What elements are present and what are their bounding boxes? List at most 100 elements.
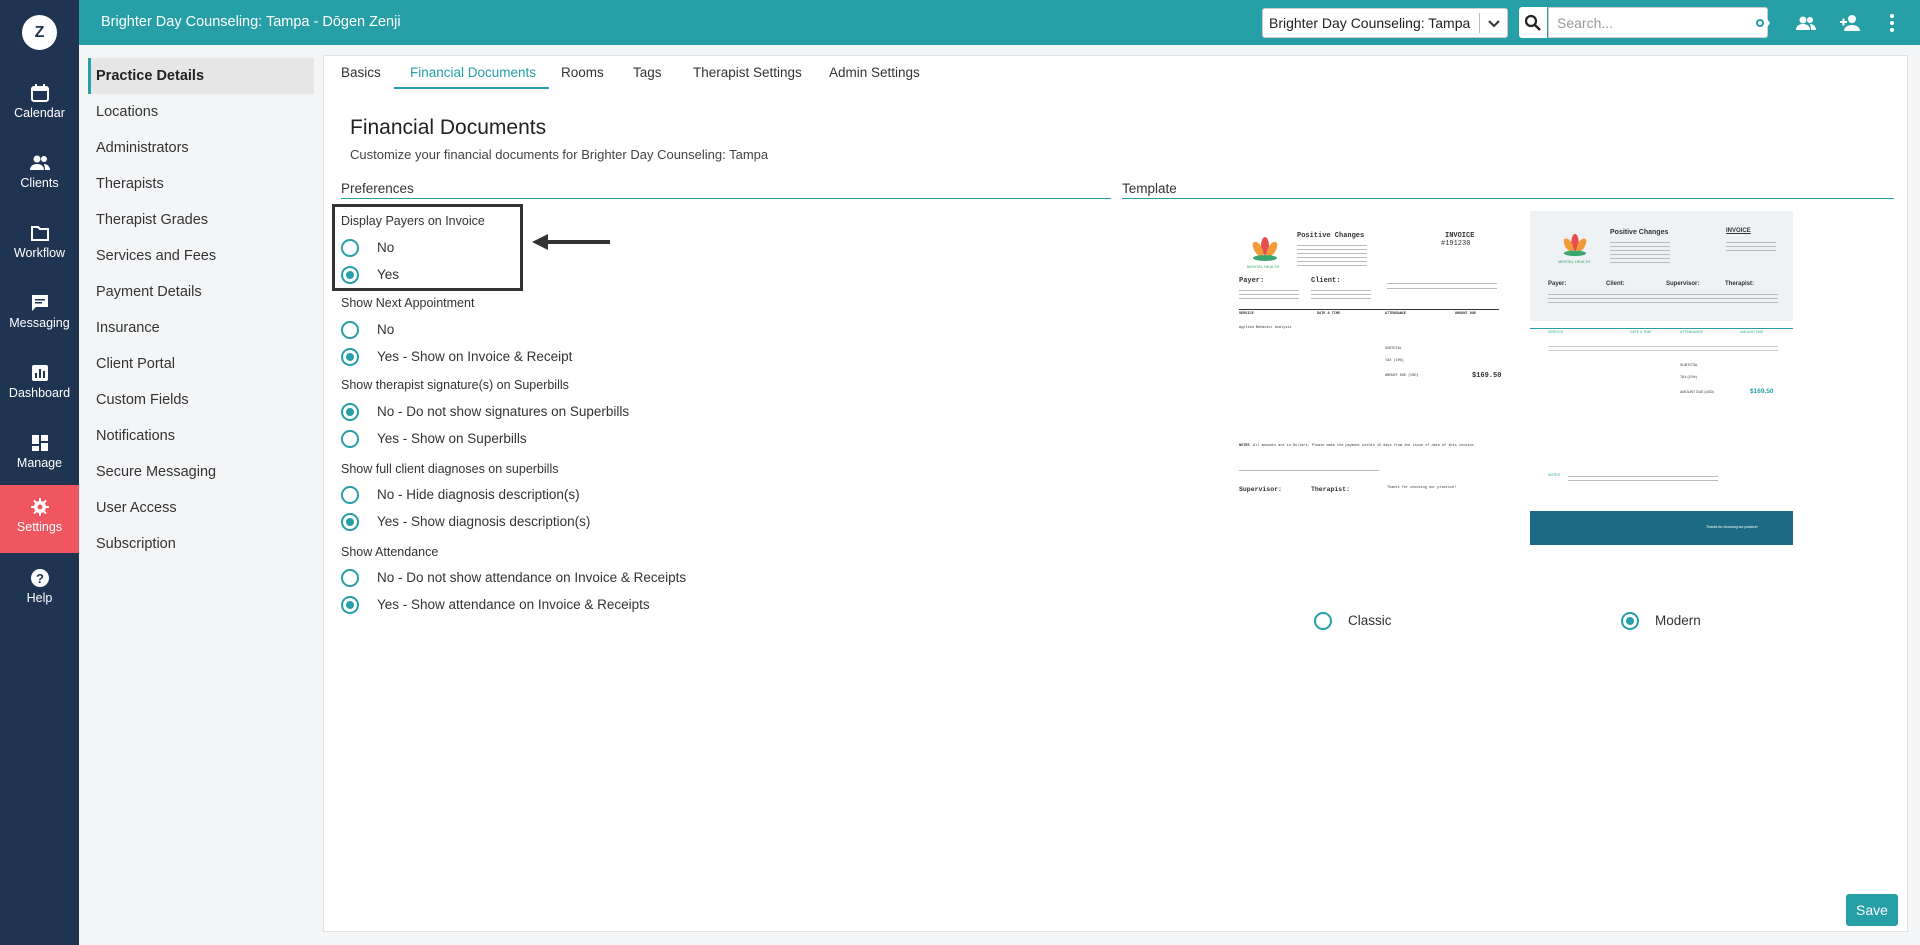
nav-settings[interactable]: Settings xyxy=(0,485,79,553)
subnav-administrators[interactable]: Administrators xyxy=(88,130,314,166)
subnav-client-portal[interactable]: Client Portal xyxy=(88,346,314,382)
preferences-header: Preferences xyxy=(341,181,414,196)
radio-button-selected[interactable] xyxy=(341,596,359,614)
arrow-left-icon xyxy=(532,234,610,250)
question-show-attendance: Show Attendance xyxy=(341,545,439,559)
nav-workflow[interactable]: Workflow xyxy=(0,211,79,279)
tab-admin-settings[interactable]: Admin Settings xyxy=(829,65,920,80)
classic-thanks: Thanks for choosing our practice! xyxy=(1387,486,1457,490)
classic-col-service: SERVICE xyxy=(1239,312,1254,316)
classic-address-lines xyxy=(1297,242,1367,268)
practice-select[interactable]: Brighter Day Counseling: Tampa xyxy=(1262,8,1508,38)
people-icon[interactable] xyxy=(1795,12,1817,34)
modern-supervisor-heading: Supervisor: xyxy=(1666,281,1700,287)
tab-financial-documents[interactable]: Financial Documents xyxy=(410,65,536,80)
modern-thanks: Thanks for choosing our practice! xyxy=(1706,525,1758,529)
left-navigation: Z Calendar Clients Workflow Messaging Da… xyxy=(0,0,79,945)
radio-button[interactable] xyxy=(1314,612,1332,630)
subnav-practice-details[interactable]: Practice Details xyxy=(88,58,314,94)
nav-clients[interactable]: Clients xyxy=(0,141,79,209)
gear-icon xyxy=(30,498,49,516)
classic-amount-due-label: AMOUNT DUE (USD) xyxy=(1385,374,1419,378)
subnav-therapist-grades[interactable]: Therapist Grades xyxy=(88,202,314,238)
help-icon: ? xyxy=(30,569,49,587)
modern-amount-due: $169.50 xyxy=(1750,388,1774,395)
bell-icon[interactable] xyxy=(1706,12,1728,34)
nav-label: Clients xyxy=(20,176,59,190)
modern-col-attendance: ATTENDANCE xyxy=(1680,330,1704,334)
clients-icon xyxy=(29,155,50,170)
radio-button-selected[interactable] xyxy=(341,348,359,366)
subnav-notifications[interactable]: Notifications xyxy=(88,418,314,454)
option-label: Yes - Show on Invoice & Receipt xyxy=(377,349,573,364)
classic-tax: TAX (10%) xyxy=(1385,359,1404,363)
radio-button[interactable] xyxy=(341,430,359,448)
subnav-services-and-fees[interactable]: Services and Fees xyxy=(88,238,314,274)
subnav-custom-fields[interactable]: Custom Fields xyxy=(88,382,314,418)
classic-company: Positive Changes xyxy=(1297,232,1365,240)
modern-notes-label: NOTES xyxy=(1548,473,1561,477)
active-tab-indicator xyxy=(394,87,549,89)
template-divider xyxy=(1122,198,1894,199)
nav-help[interactable]: ? Help xyxy=(0,556,79,624)
page-title: Brighter Day Counseling: Tampa - Dōgen Z… xyxy=(101,14,401,30)
modern-brand: MENTAL HEALTH xyxy=(1558,259,1591,264)
radio-button[interactable] xyxy=(341,239,359,257)
nav-label: Settings xyxy=(16,520,63,534)
modern-party-lines xyxy=(1548,291,1778,305)
subnav-secure-messaging[interactable]: Secure Messaging xyxy=(88,454,314,490)
option-label: Yes - Show on Superbills xyxy=(377,431,527,446)
search-button[interactable] xyxy=(1519,7,1547,38)
lotus-logo-icon xyxy=(1563,233,1587,257)
subnav-user-access[interactable]: User Access xyxy=(88,490,314,526)
modern-client-heading: Client: xyxy=(1606,281,1625,287)
subnav-payment-details[interactable]: Payment Details xyxy=(88,274,314,310)
nav-manage[interactable]: Manage xyxy=(0,421,79,489)
classic-notes: All amounts are in Dollars. Please make … xyxy=(1253,444,1476,448)
chevron-down-icon xyxy=(1488,20,1500,28)
classic-notes-label: NOTES xyxy=(1239,444,1250,448)
nav-label: Manage xyxy=(16,456,63,470)
message-icon xyxy=(31,295,48,311)
modern-invoice-lines xyxy=(1726,239,1776,253)
radio-button-selected[interactable] xyxy=(341,513,359,531)
nav-calendar[interactable]: Calendar xyxy=(0,71,79,139)
nav-label: Dashboard xyxy=(8,386,71,400)
modern-template-preview[interactable]: MENTAL HEALTH Positive Changes INVOICE P… xyxy=(1530,211,1793,610)
subnav-insurance[interactable]: Insurance xyxy=(88,310,314,346)
more-vertical-icon[interactable] xyxy=(1881,12,1903,34)
search-icon xyxy=(1524,14,1541,31)
modern-payer-heading: Payer: xyxy=(1548,281,1567,287)
classic-doc-number: #191230 xyxy=(1441,240,1471,248)
radio-button[interactable] xyxy=(341,321,359,339)
radio-button-selected[interactable] xyxy=(1621,612,1639,630)
radio-button-selected[interactable] xyxy=(341,403,359,421)
nav-dashboard[interactable]: Dashboard xyxy=(0,351,79,419)
tab-therapist-settings[interactable]: Therapist Settings xyxy=(693,65,802,80)
chart-icon xyxy=(31,365,48,381)
subnav-subscription[interactable]: Subscription xyxy=(88,526,314,562)
subnav-locations[interactable]: Locations xyxy=(88,94,314,130)
radio-button-selected[interactable] xyxy=(341,266,359,284)
save-button[interactable]: Save xyxy=(1846,894,1898,926)
option-label: No xyxy=(377,322,395,337)
radio-button[interactable] xyxy=(341,569,359,587)
add-person-icon[interactable] xyxy=(1839,12,1861,34)
search-input[interactable] xyxy=(1548,7,1768,38)
app-logo[interactable]: Z xyxy=(22,15,57,50)
eye-icon[interactable] xyxy=(1749,12,1771,34)
tab-basics[interactable]: Basics xyxy=(341,65,381,80)
radio-button[interactable] xyxy=(341,486,359,504)
template-header: Template xyxy=(1122,181,1177,196)
classic-doc-title: INVOICE xyxy=(1445,232,1475,240)
subnav-therapists[interactable]: Therapists xyxy=(88,166,314,202)
nav-messaging[interactable]: Messaging xyxy=(0,281,79,349)
classic-template-preview[interactable]: MENTAL HEALTH Positive Changes INVOICE #… xyxy=(1237,224,1505,609)
calendar-icon xyxy=(30,84,49,102)
tab-rooms[interactable]: Rooms xyxy=(561,65,604,80)
modern-service-lines xyxy=(1548,343,1778,353)
option-label: No - Do not show signatures on Superbill… xyxy=(377,404,630,419)
modern-doc-title: INVOICE xyxy=(1726,228,1751,234)
classic-signature-line xyxy=(1239,470,1379,471)
tab-tags[interactable]: Tags xyxy=(633,65,662,80)
